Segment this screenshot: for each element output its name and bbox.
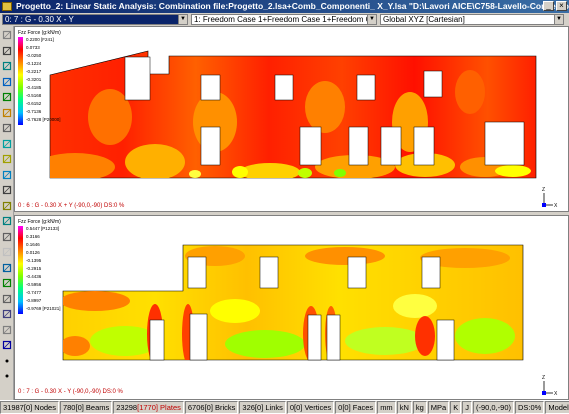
unit-temperature[interactable]: K <box>450 401 462 414</box>
status-vertices: 0[0] Vertices <box>286 401 335 414</box>
coord-combo-value: Global XYZ [Cartesian] <box>383 15 465 24</box>
legend-color-bar <box>18 37 23 125</box>
mesh-icon[interactable] <box>2 263 12 273</box>
legend-title: Fzz Force (g:kN/m) <box>18 219 61 225</box>
unit-length[interactable]: mm <box>377 401 396 414</box>
wall-icon[interactable] <box>2 309 12 319</box>
status-faces: 0[0] Faces <box>335 401 377 414</box>
zoom-icon[interactable] <box>2 185 12 195</box>
legend-value: -0.9769 [P21021] <box>26 306 61 311</box>
view-caption: 0 : 6 : G - 0.30 X + Y (-90,0,-90) DS:0 … <box>18 203 125 209</box>
legend-value: -0.1395 <box>26 258 42 263</box>
link-icon[interactable] <box>2 216 12 226</box>
legend-value: -0.6152 <box>26 101 42 106</box>
brick-icon[interactable] <box>2 154 12 164</box>
chevron-down-icon[interactable]: ▼ <box>178 15 187 24</box>
status-angles: (-90,0,-90) <box>472 401 514 414</box>
top-contour-plot <box>49 50 537 179</box>
bottom-contour-plot <box>62 244 524 361</box>
grid-icon[interactable] <box>2 232 12 242</box>
copy-icon[interactable] <box>2 325 12 335</box>
info-icon[interactable] <box>2 340 12 350</box>
legend-color-bar <box>18 226 23 314</box>
tools-icon[interactable] <box>2 294 12 304</box>
legend-value: -0.7628 [P20000] <box>26 117 61 122</box>
legend-value: -0.2217 <box>26 69 42 74</box>
axis-triad-icon <box>542 193 553 207</box>
title-bar: Progetto_2: Linear Static Analysis: Comb… <box>0 0 569 13</box>
case-combo[interactable]: 1: Freedom Case 1+Freedom Case 1+Freedom… <box>191 14 377 25</box>
node-icon[interactable] <box>2 61 12 71</box>
legend-value: 0.5447 [P12133] <box>26 226 60 231</box>
node-cloud-icon[interactable] <box>2 278 12 288</box>
status-beams: 780[0] Beams <box>59 401 113 414</box>
select-icon[interactable] <box>2 30 12 40</box>
status-ds: DS:0% <box>514 401 545 414</box>
dot-icon[interactable] <box>2 371 12 381</box>
window-title: Progetto_2: Linear Static Analysis: Comb… <box>16 1 569 11</box>
view-combo[interactable]: 0: 7 : G - 0.30 X - Y ▼ <box>2 14 188 25</box>
coord-combo[interactable]: Global XYZ [Cartesian] ▼ <box>380 14 564 25</box>
legend-value: -0.0250 <box>26 53 42 58</box>
legend-title: Fzz Force (g:kN/m) <box>18 30 61 36</box>
legend-value: -0.5956 <box>26 282 42 287</box>
legend-value: 0.2200 [F241] <box>26 37 54 42</box>
rotate-icon[interactable] <box>2 170 12 180</box>
status-bar: 31987[0] Nodes 780[0] Beams 23298[1770] … <box>0 400 569 414</box>
view-combo-value: 0: 7 : G - 0.30 X - Y <box>5 15 74 24</box>
axis-triad-icon <box>542 381 553 395</box>
top-viewport[interactable]: Fzz Force (g:kN/m) 0.2200 [F241] 0.0733 … <box>14 26 569 212</box>
case-combo-value: 1: Freedom Case 1+Freedom Case 1+Freedom… <box>194 15 377 24</box>
dot-icon[interactable] <box>2 356 12 366</box>
view-toolbar: 0: 7 : G - 0.30 X - Y ▼ 1: Freedom Case … <box>0 13 569 26</box>
legend-value: -0.7136 <box>26 109 42 114</box>
beam-icon[interactable] <box>2 92 12 102</box>
unit-energy[interactable]: J <box>462 401 472 414</box>
legend-value: 0.1646 <box>26 242 40 247</box>
axis-z-label: Z <box>542 375 546 381</box>
legend-value: 0.0733 <box>26 45 40 50</box>
plate-icon[interactable] <box>2 139 12 149</box>
status-plates: 23298[1770] Plates <box>113 401 184 414</box>
angle-icon[interactable] <box>2 123 12 133</box>
axis-x-label: X <box>554 203 558 209</box>
line-icon[interactable] <box>2 46 12 56</box>
left-toolbar <box>0 26 14 400</box>
chevron-down-icon[interactable]: ▼ <box>554 15 563 24</box>
rect-icon[interactable] <box>2 77 12 87</box>
unit-stress[interactable]: MPa <box>427 401 450 414</box>
measure-icon[interactable] <box>2 201 12 211</box>
legend-value: -0.5168 <box>26 93 42 98</box>
arrow-icon[interactable] <box>2 108 12 118</box>
layers-icon[interactable] <box>2 247 12 257</box>
legend-value: -0.2915 <box>26 266 42 271</box>
top-legend: Fzz Force (g:kN/m) 0.2200 [F241] 0.0733 … <box>18 30 78 125</box>
status-mode: Model <box>545 401 569 414</box>
axis-z-label: Z <box>542 187 546 193</box>
legend-value: -0.8997 <box>26 298 42 303</box>
status-links: 326[0] Links <box>239 401 286 414</box>
app-icon[interactable] <box>2 2 12 11</box>
legend-value: 0.3166 <box>26 234 40 239</box>
bottom-legend: Fzz Force (g:kN/m) 0.5447 [P12133] 0.316… <box>18 219 78 314</box>
legend-value: -0.3201 <box>26 77 42 82</box>
legend-value: -0.4436 <box>26 274 42 279</box>
unit-mass[interactable]: kg <box>412 401 427 414</box>
bottom-viewport[interactable]: Fzz Force (g:kN/m) 0.5447 [P12133] 0.316… <box>14 215 569 400</box>
minimize-button[interactable]: _ <box>543 1 554 11</box>
status-nodes: 31987[0] Nodes <box>0 401 59 414</box>
unit-force[interactable]: kN <box>396 401 412 414</box>
legend-value: -0.7477 <box>26 290 42 295</box>
axis-x-label: X <box>554 391 558 397</box>
legend-value: -0.1224 <box>26 61 42 66</box>
status-plates-selected: [1770] Plates <box>137 403 181 412</box>
status-bricks: 6706[0] Bricks <box>184 401 239 414</box>
status-plates-count: 23298 <box>116 403 138 412</box>
legend-value: -0.4185 <box>26 85 42 90</box>
chevron-down-icon[interactable]: ▼ <box>367 15 376 24</box>
legend-value: 0.0126 <box>26 250 40 255</box>
view-caption: 0 : 7 : G - 0.30 X - Y (-90,0,-90) DS:0 … <box>18 389 123 395</box>
close-button[interactable]: × <box>556 1 567 11</box>
